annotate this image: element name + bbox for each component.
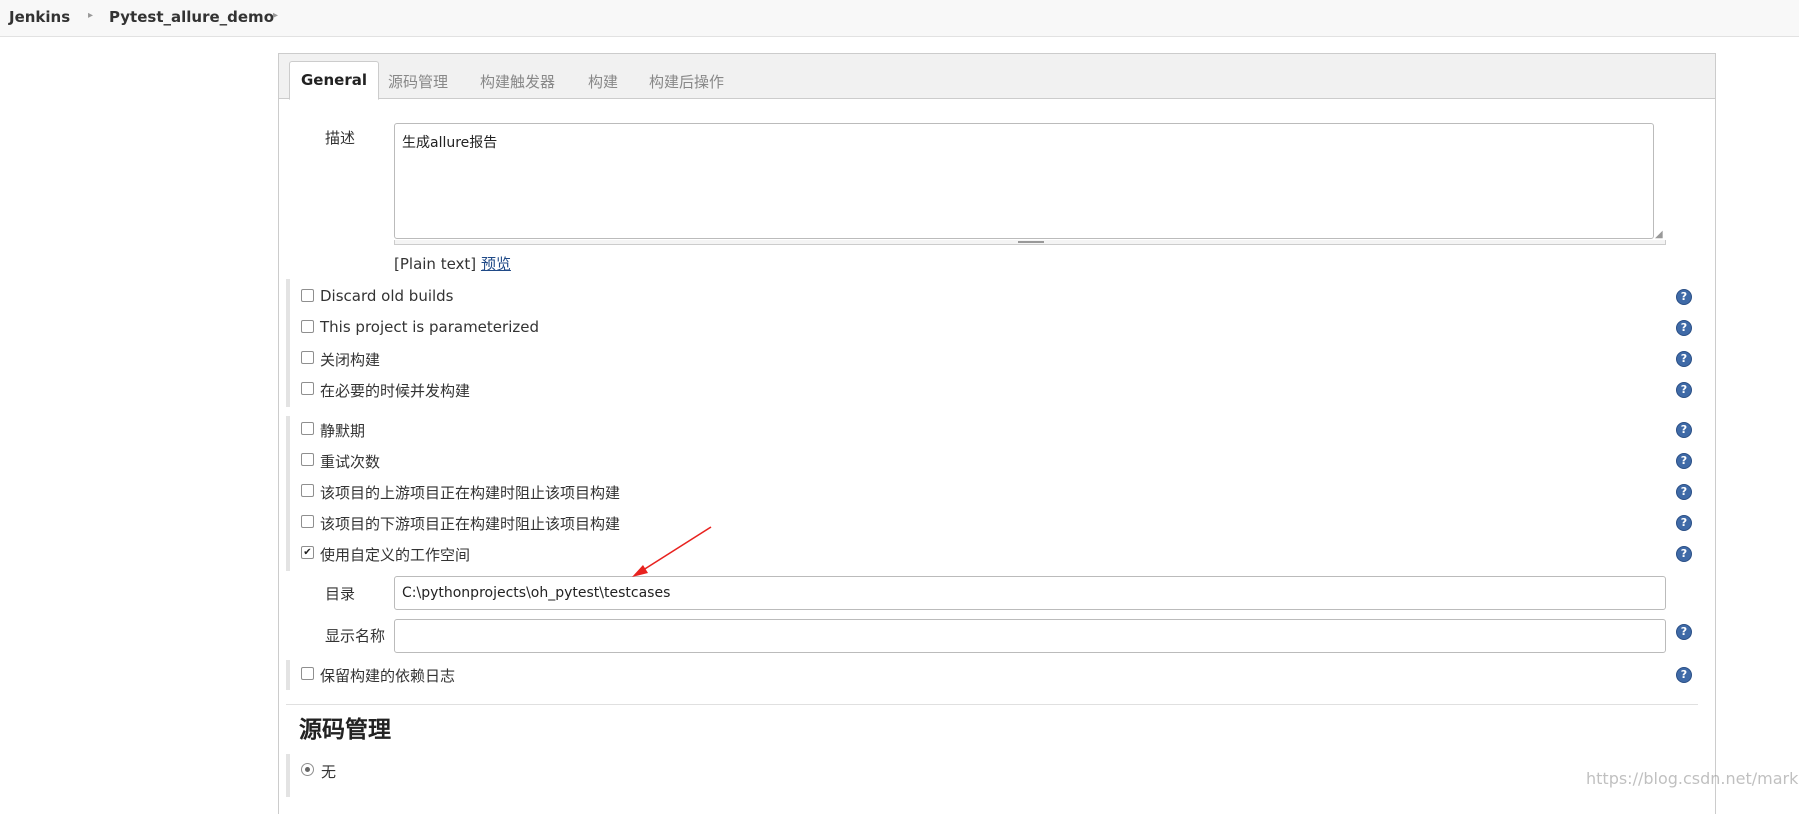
option-checkbox[interactable] [301, 289, 314, 302]
option-label: This project is parameterized [320, 318, 539, 336]
option-label: 关闭构建 [320, 351, 381, 369]
breadcrumb-chevron-icon[interactable]: ▸ [273, 10, 278, 21]
resize-corner-icon[interactable]: ◢ [1655, 230, 1663, 240]
directory-label: 目录 [325, 585, 356, 603]
option-label: 使用自定义的工作空间 [320, 546, 471, 564]
description-textarea[interactable]: 生成allure报告 [394, 123, 1654, 239]
section-indicator-4 [286, 754, 290, 797]
scm-section-heading: 源码管理 [299, 717, 391, 743]
help-icon[interactable]: ? [1676, 453, 1692, 469]
keep-dependencies-label: 保留构建的依赖日志 [320, 667, 456, 685]
textarea-resize-handle[interactable] [394, 240, 1666, 245]
grip-icon [1018, 241, 1044, 243]
help-icon[interactable]: ? [1676, 382, 1692, 398]
help-icon[interactable]: ? [1676, 289, 1692, 305]
option-checkbox[interactable] [301, 351, 314, 364]
help-icon[interactable]: ? [1676, 515, 1692, 531]
help-icon[interactable]: ? [1676, 422, 1692, 438]
option-label: 重试次数 [320, 453, 381, 471]
watermark: https://blog.csdn.net/markbobobo [1586, 769, 1799, 788]
breadcrumb-jenkins[interactable]: Jenkins [9, 8, 70, 26]
breadcrumb-chevron-icon[interactable]: ▸ [88, 10, 93, 21]
section-indicator-2 [286, 416, 290, 571]
scm-none-label: 无 [321, 763, 337, 781]
section-indicator-1 [286, 279, 290, 407]
tab-build-triggers[interactable]: 构建触发器 [480, 71, 555, 92]
option-label: Discard old builds [320, 287, 454, 305]
description-label: 描述 [325, 129, 356, 147]
option-label: 静默期 [320, 422, 366, 440]
option-checkbox[interactable] [301, 453, 314, 466]
help-icon[interactable]: ? [1676, 546, 1692, 562]
plain-text-label: [Plain text] [394, 255, 477, 273]
section-divider [286, 704, 1698, 705]
option-checkbox[interactable] [301, 422, 314, 435]
radio-selected-dot [305, 767, 310, 772]
option-checkbox[interactable] [301, 320, 314, 333]
help-icon[interactable]: ? [1676, 320, 1692, 336]
config-tabbar: General 源码管理 构建触发器 构建 构建后操作 [279, 54, 1715, 100]
display-name-label: 显示名称 [325, 627, 386, 645]
section-indicator-3 [286, 660, 290, 690]
breadcrumb-project[interactable]: Pytest_allure_demo [109, 8, 274, 26]
preview-link[interactable]: 预览 [481, 255, 511, 273]
breadcrumb-bar: Jenkins ▸ Pytest_allure_demo ▸ [0, 0, 1799, 37]
tab-build[interactable]: 构建 [588, 71, 618, 92]
option-checkbox[interactable] [301, 484, 314, 497]
help-icon[interactable]: ? [1676, 667, 1692, 683]
display-name-input[interactable] [394, 619, 1666, 653]
option-label: 该项目的下游项目正在构建时阻止该项目构建 [320, 515, 621, 533]
help-icon[interactable]: ? [1676, 351, 1692, 367]
tab-general[interactable]: General [289, 61, 379, 100]
description-format-row: [Plain text] 预览 [394, 253, 511, 274]
help-icon[interactable]: ? [1676, 484, 1692, 500]
keep-dependencies-checkbox[interactable] [301, 667, 314, 680]
option-label: 该项目的上游项目正在构建时阻止该项目构建 [320, 484, 621, 502]
workspace-directory-input[interactable] [394, 576, 1666, 610]
scm-none-radio[interactable] [301, 763, 314, 776]
option-checkbox[interactable] [301, 515, 314, 528]
option-checkbox[interactable] [301, 382, 314, 395]
option-label: 在必要的时候并发构建 [320, 382, 471, 400]
tab-scm[interactable]: 源码管理 [388, 71, 448, 92]
tab-post-build[interactable]: 构建后操作 [649, 71, 724, 92]
help-icon[interactable]: ? [1676, 624, 1692, 640]
option-checkbox[interactable]: ✔ [301, 546, 314, 559]
